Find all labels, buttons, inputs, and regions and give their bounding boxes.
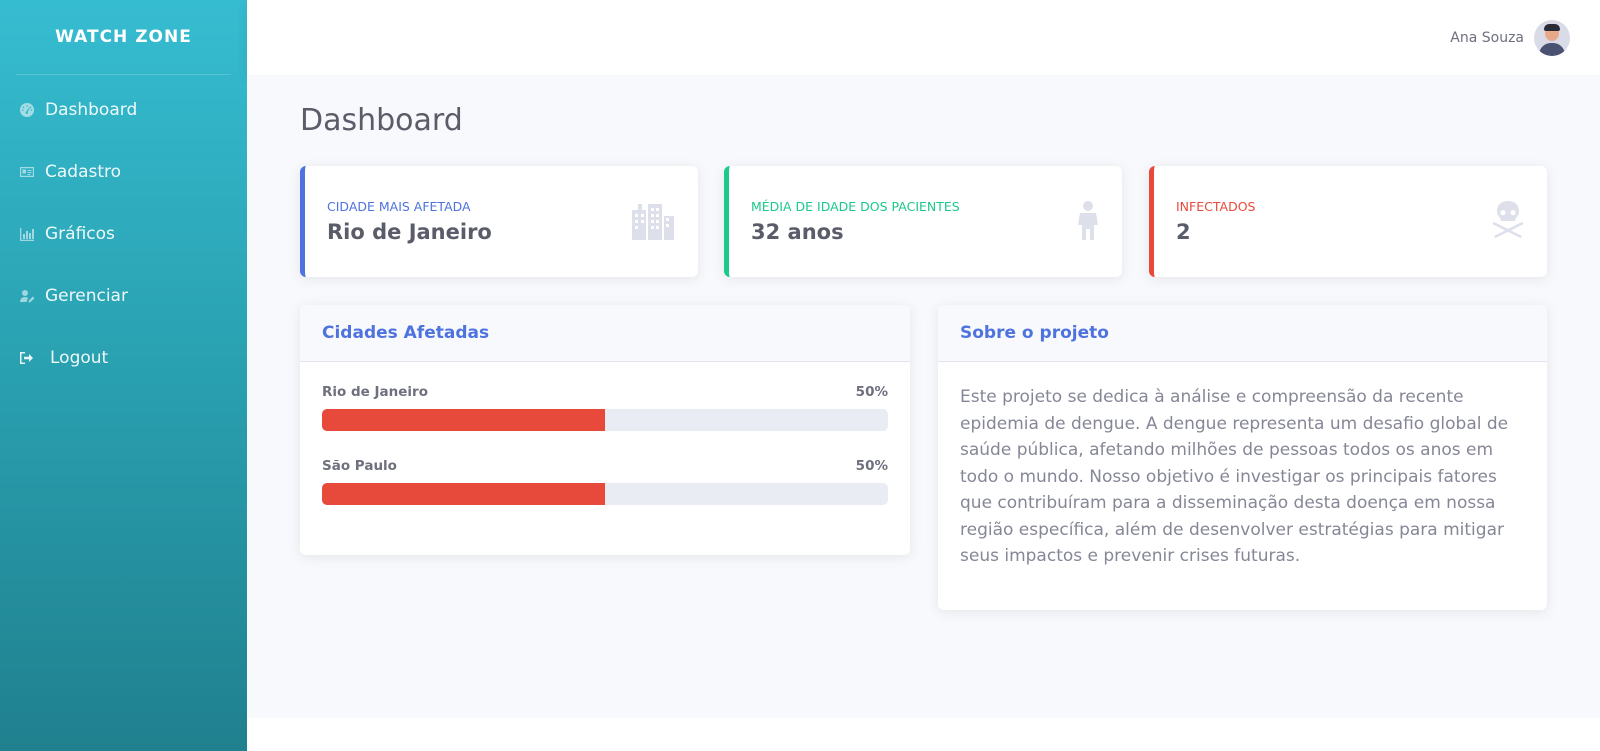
user-edit-icon [18,287,36,305]
stat-label: CIDADE MAIS AFETADA [327,199,471,214]
sidebar-item-label: Cadastro [45,162,122,182]
topbar: Ana Souza [247,0,1600,75]
sidebar-nav: Dashboard Cadastro Gráficos Gerenciar Lo… [0,75,247,389]
about-panel-title: Sobre o projeto [938,305,1547,362]
user-name[interactable]: Ana Souza [1450,30,1524,46]
cities-panel-title: Cidades Afetadas [300,305,910,362]
stat-label: INFECTADOS [1176,199,1256,214]
brand-logo[interactable]: WATCH ZONE [0,0,247,74]
sidebar-item-label: Gerenciar [45,286,128,306]
skull-crossbones-icon [1491,200,1525,242]
sidebar-item-graficos[interactable]: Gráficos [0,203,247,265]
sidebar-item-label: Gráficos [45,224,115,244]
progress-row: São Paulo 50% [322,431,888,505]
progress-fill [322,483,605,505]
progress-bar [322,483,888,505]
avatar-icon[interactable] [1534,19,1570,56]
progress-labels: São Paulo 50% [322,431,888,483]
sidebar: WATCH ZONE Dashboard Cadastro Gráficos G… [0,0,247,751]
progress-row: Rio de Janeiro 50% [322,362,888,431]
progress-labels: Rio de Janeiro 50% [322,362,888,409]
about-panel: Sobre o projeto Este projeto se dedica à… [938,305,1547,610]
child-icon [1076,200,1100,244]
sidebar-item-label: Logout [50,348,109,368]
id-card-icon [18,163,36,181]
page-title: Dashboard [300,103,463,138]
stat-label: MÉDIA DE IDADE DOS PACIENTES [751,199,960,214]
sidebar-item-label: Dashboard [45,100,138,120]
progress-percent: 50% [855,458,888,474]
stat-card-city: CIDADE MAIS AFETADA Rio de Janeiro [300,166,698,277]
stat-value: Rio de Janeiro [327,220,492,244]
sidebar-item-cadastro[interactable]: Cadastro [0,141,247,203]
sidebar-item-gerenciar[interactable]: Gerenciar [0,265,247,327]
progress-bar [322,409,888,431]
city-icon [630,200,676,244]
sign-out-icon [18,349,36,367]
progress-fill [322,409,605,431]
stat-card-age: MÉDIA DE IDADE DOS PACIENTES 32 anos [724,166,1122,277]
avatar-body [1539,42,1565,56]
main-content: Dashboard CIDADE MAIS AFETADA Rio de Jan… [247,75,1600,718]
chart-icon [18,225,36,243]
footer [247,718,1600,751]
sidebar-item-logout[interactable]: Logout [0,327,247,389]
sidebar-item-dashboard[interactable]: Dashboard [0,79,247,141]
progress-percent: 50% [855,384,888,400]
stat-card-infected: INFECTADOS 2 [1149,166,1547,277]
cities-panel: Cidades Afetadas Rio de Janeiro 50% São … [300,305,910,555]
progress-city: Rio de Janeiro [322,384,428,400]
stat-value: 32 anos [751,220,844,244]
avatar-hair [1544,23,1560,31]
stat-value: 2 [1176,220,1191,244]
dashboard-icon [18,101,36,119]
about-text: Este projeto se dedica à análise e compr… [960,387,1509,566]
progress-city: São Paulo [322,458,397,474]
